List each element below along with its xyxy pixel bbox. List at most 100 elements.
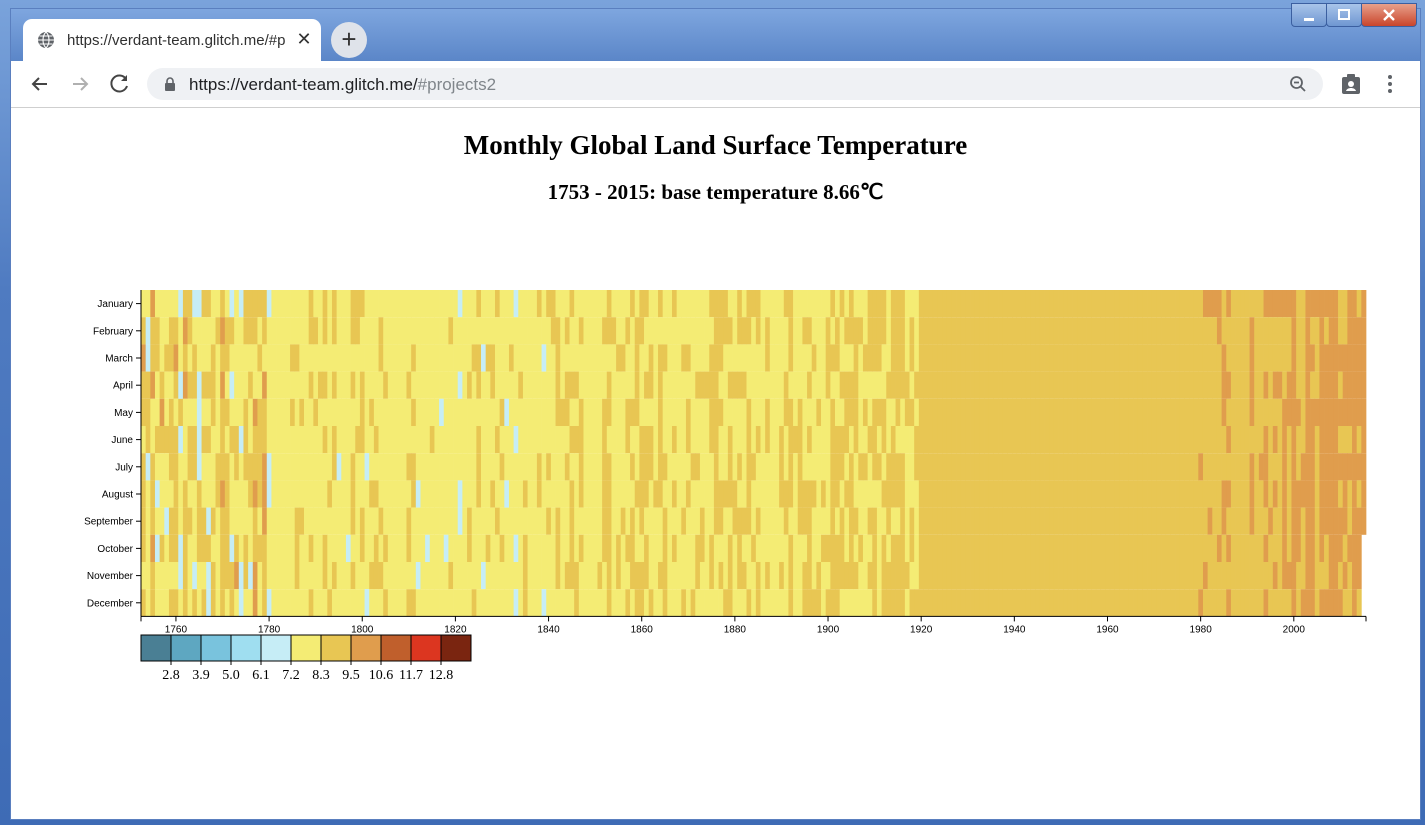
heatmap-cell: [699, 453, 705, 481]
heatmap-cell: [210, 398, 216, 426]
heatmap-cell: [746, 426, 752, 454]
heatmap-cell: [1268, 290, 1274, 318]
heatmap-cell: [1142, 398, 1148, 426]
heatmap-cell: [504, 371, 510, 399]
heatmap-cell: [513, 317, 519, 345]
heatmap-cell: [1296, 562, 1302, 590]
heatmap-cell: [1300, 317, 1306, 345]
heatmap-cell: [788, 344, 794, 372]
heatmap-cell: [210, 344, 216, 372]
heatmap-cell: [341, 589, 347, 617]
extension-icon[interactable]: [1340, 73, 1362, 95]
heatmap-cell: [262, 534, 268, 562]
heatmap-cell: [839, 344, 845, 372]
heatmap-cell: [420, 534, 426, 562]
heatmap-cell: [1356, 290, 1362, 318]
heatmap-cell: [406, 589, 412, 617]
heatmap-cell: [1347, 453, 1353, 481]
heatmap-cell: [951, 589, 957, 617]
heatmap-cell: [685, 344, 691, 372]
heatmap-cell: [946, 480, 952, 508]
zoom-out-icon[interactable]: [1289, 75, 1307, 93]
heatmap-cell: [993, 534, 999, 562]
window-close-icon[interactable]: [1361, 3, 1417, 27]
heatmap-cell: [522, 480, 528, 508]
heatmap-cell: [285, 562, 291, 590]
heatmap-cell: [443, 398, 449, 426]
heatmap-cell: [294, 426, 300, 454]
heatmap-cell: [998, 317, 1004, 345]
heatmap-cell: [918, 398, 924, 426]
heatmap-cell: [1361, 507, 1367, 535]
heatmap-cell: [862, 398, 868, 426]
heatmap-cell: [993, 371, 999, 399]
heatmap-cell: [1189, 589, 1195, 617]
heatmap-cell: [159, 426, 165, 454]
heatmap-cell: [401, 344, 407, 372]
heatmap-cell: [369, 426, 375, 454]
heatmap-cell: [327, 290, 333, 318]
legend-label: 7.2: [282, 668, 300, 683]
heatmap-cell: [630, 426, 636, 454]
heatmap-cell: [425, 453, 431, 481]
reload-icon[interactable]: [107, 71, 133, 97]
heatmap-cell: [844, 507, 850, 535]
heatmap-cell: [280, 453, 286, 481]
forward-arrow-icon[interactable]: [67, 71, 93, 97]
heatmap-cell: [1175, 453, 1181, 481]
heatmap-cell: [308, 589, 314, 617]
heatmap-cell: [783, 398, 789, 426]
heatmap-cell: [1235, 317, 1241, 345]
heatmap-cell: [765, 453, 771, 481]
heatmap-cell: [918, 534, 924, 562]
heatmap-cell: [425, 426, 431, 454]
heatmap-cell: [1240, 534, 1246, 562]
heatmap-cell: [392, 453, 398, 481]
heatmap-cell: [1053, 453, 1059, 481]
heatmap-cell: [1021, 426, 1027, 454]
heatmap-cell: [858, 480, 864, 508]
heatmap-cell: [1226, 344, 1232, 372]
heatmap-cell: [1207, 589, 1213, 617]
heatmap-cell: [462, 344, 468, 372]
heatmap-cell: [937, 589, 943, 617]
heatmap-cell: [974, 534, 980, 562]
close-icon[interactable]: ✕: [295, 30, 313, 48]
heatmap-cell: [294, 507, 300, 535]
x-tick-label: 1900: [817, 624, 840, 635]
more-vert-icon[interactable]: [1379, 73, 1401, 95]
heatmap-cell: [644, 344, 650, 372]
back-arrow-icon[interactable]: [27, 71, 53, 97]
heatmap-cell: [1128, 562, 1134, 590]
heatmap-cell: [1128, 398, 1134, 426]
heatmap-cell: [359, 507, 365, 535]
heatmap-cell: [690, 589, 696, 617]
heatmap-cell: [802, 317, 808, 345]
address-bar[interactable]: https://verdant-team.glitch.me/#projects…: [147, 68, 1323, 100]
heatmap-cell: [1091, 507, 1097, 535]
heatmap-cell: [150, 290, 156, 318]
heatmap-cell: [387, 534, 393, 562]
plus-icon[interactable]: +: [331, 22, 367, 58]
heatmap-cell: [658, 317, 664, 345]
heatmap-cell: [755, 398, 761, 426]
heatmap-cell: [1342, 398, 1348, 426]
heatmap-cell: [1021, 371, 1027, 399]
heatmap-cell: [1123, 453, 1129, 481]
heatmap-cell: [243, 562, 249, 590]
heatmap-cell: [881, 507, 887, 535]
heatmap-cell: [1212, 534, 1218, 562]
maximize-icon[interactable]: [1326, 3, 1362, 27]
minimize-icon[interactable]: [1291, 3, 1327, 27]
active-tab[interactable]: https://verdant-team.glitch.me/#projects…: [23, 19, 321, 61]
heatmap-cell: [956, 371, 962, 399]
heatmap-cell: [839, 589, 845, 617]
heatmap-cell: [536, 507, 542, 535]
heatmap-cell: [1282, 507, 1288, 535]
heatmap-cell: [1091, 534, 1097, 562]
heatmap-cell: [1300, 398, 1306, 426]
heatmap-cell: [201, 398, 207, 426]
heatmap-cell: [1361, 290, 1367, 318]
heatmap-cell: [168, 589, 174, 617]
heatmap-cell: [1240, 344, 1246, 372]
